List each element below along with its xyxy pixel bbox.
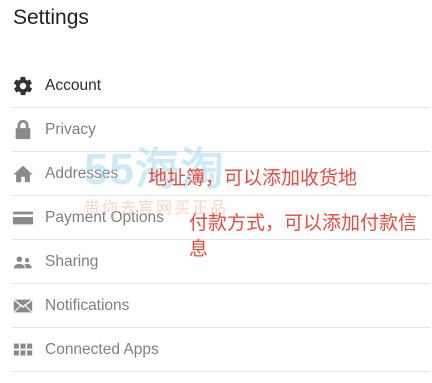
menu-item-label: Notifications [45,296,130,314]
menu-item-label: Privacy [45,120,96,138]
gear-icon [12,75,34,97]
menu-item-label: Payment Options [45,208,164,226]
lock-icon [12,119,34,141]
people-icon [12,251,34,273]
menu-item-account[interactable]: Account [12,64,430,108]
page-title: Settings [13,6,89,29]
menu-item-label: Sharing [45,252,99,270]
home-icon [12,163,34,185]
apps-grid-icon [12,339,34,361]
menu-item-label: Connected Apps [45,340,159,358]
payment-annotation: 付款方式，可以添加付款信息 [189,213,418,260]
menu-item-label: Addresses [45,164,119,182]
credit-card-icon [12,207,34,229]
addresses-annotation: 地址簿，可以添加收货地 [148,168,358,189]
menu-item-label: Account [45,76,102,94]
menu-item-notifications[interactable]: Notifications [12,284,430,328]
menu-item-privacy[interactable]: Privacy [12,108,430,152]
menu-item-connected-apps[interactable]: Connected Apps [12,328,430,372]
envelope-icon [12,295,34,317]
